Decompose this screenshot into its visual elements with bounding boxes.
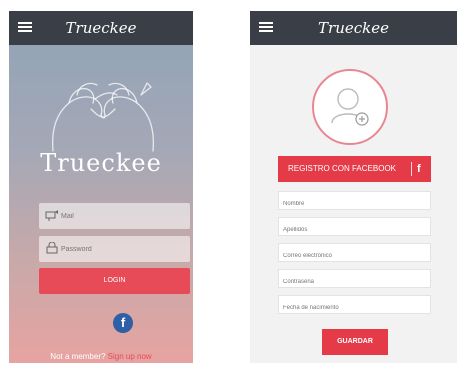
brand-logo-text: Trueckee [40, 149, 162, 177]
button-divider [411, 162, 412, 176]
mail-input[interactable] [61, 203, 183, 229]
signup-prompt: Not a member? Sign up now [9, 352, 193, 361]
facebook-register-label: REGISTRO CON FACEBOOK [287, 164, 396, 173]
mail-icon [45, 209, 59, 221]
facebook-icon: f [417, 163, 421, 175]
add-photo-icon [331, 88, 369, 126]
password-field[interactable] [39, 236, 190, 262]
password-input[interactable] [279, 273, 430, 291]
register-facebook-button[interactable]: REGISTRO CON FACEBOOK f [278, 156, 431, 182]
signup-link[interactable]: Sign up now [108, 352, 152, 361]
email-field[interactable] [278, 243, 431, 265]
password-input[interactable] [61, 236, 183, 262]
mail-field[interactable] [39, 203, 190, 229]
login-screen: Trueckee Trueckee LOGIN f Not a memb [9, 11, 193, 363]
surname-input[interactable] [279, 221, 430, 239]
app-title: Trueckee [318, 19, 389, 37]
lock-icon [45, 241, 59, 254]
top-bar: Trueckee [9, 11, 193, 45]
not-member-text: Not a member? [50, 352, 106, 361]
app-title: Trueckee [65, 19, 137, 37]
name-field[interactable] [278, 191, 431, 213]
facebook-icon[interactable]: f [113, 313, 133, 333]
save-button[interactable]: GUARDAR [322, 329, 388, 355]
register-screen: Trueckee REGISTRO CON FACEBOOK f GUARDAR [250, 11, 457, 363]
password-field[interactable] [278, 269, 431, 291]
top-bar: Trueckee [250, 11, 457, 45]
pinky-promise-hands-illustration [51, 82, 155, 152]
birthdate-field[interactable] [278, 295, 431, 317]
name-input[interactable] [279, 195, 430, 213]
email-input[interactable] [279, 247, 430, 265]
birthdate-input[interactable] [279, 299, 430, 317]
profile-photo-picker[interactable] [312, 69, 388, 145]
surname-field[interactable] [278, 217, 431, 239]
login-button[interactable]: LOGIN [39, 268, 190, 294]
